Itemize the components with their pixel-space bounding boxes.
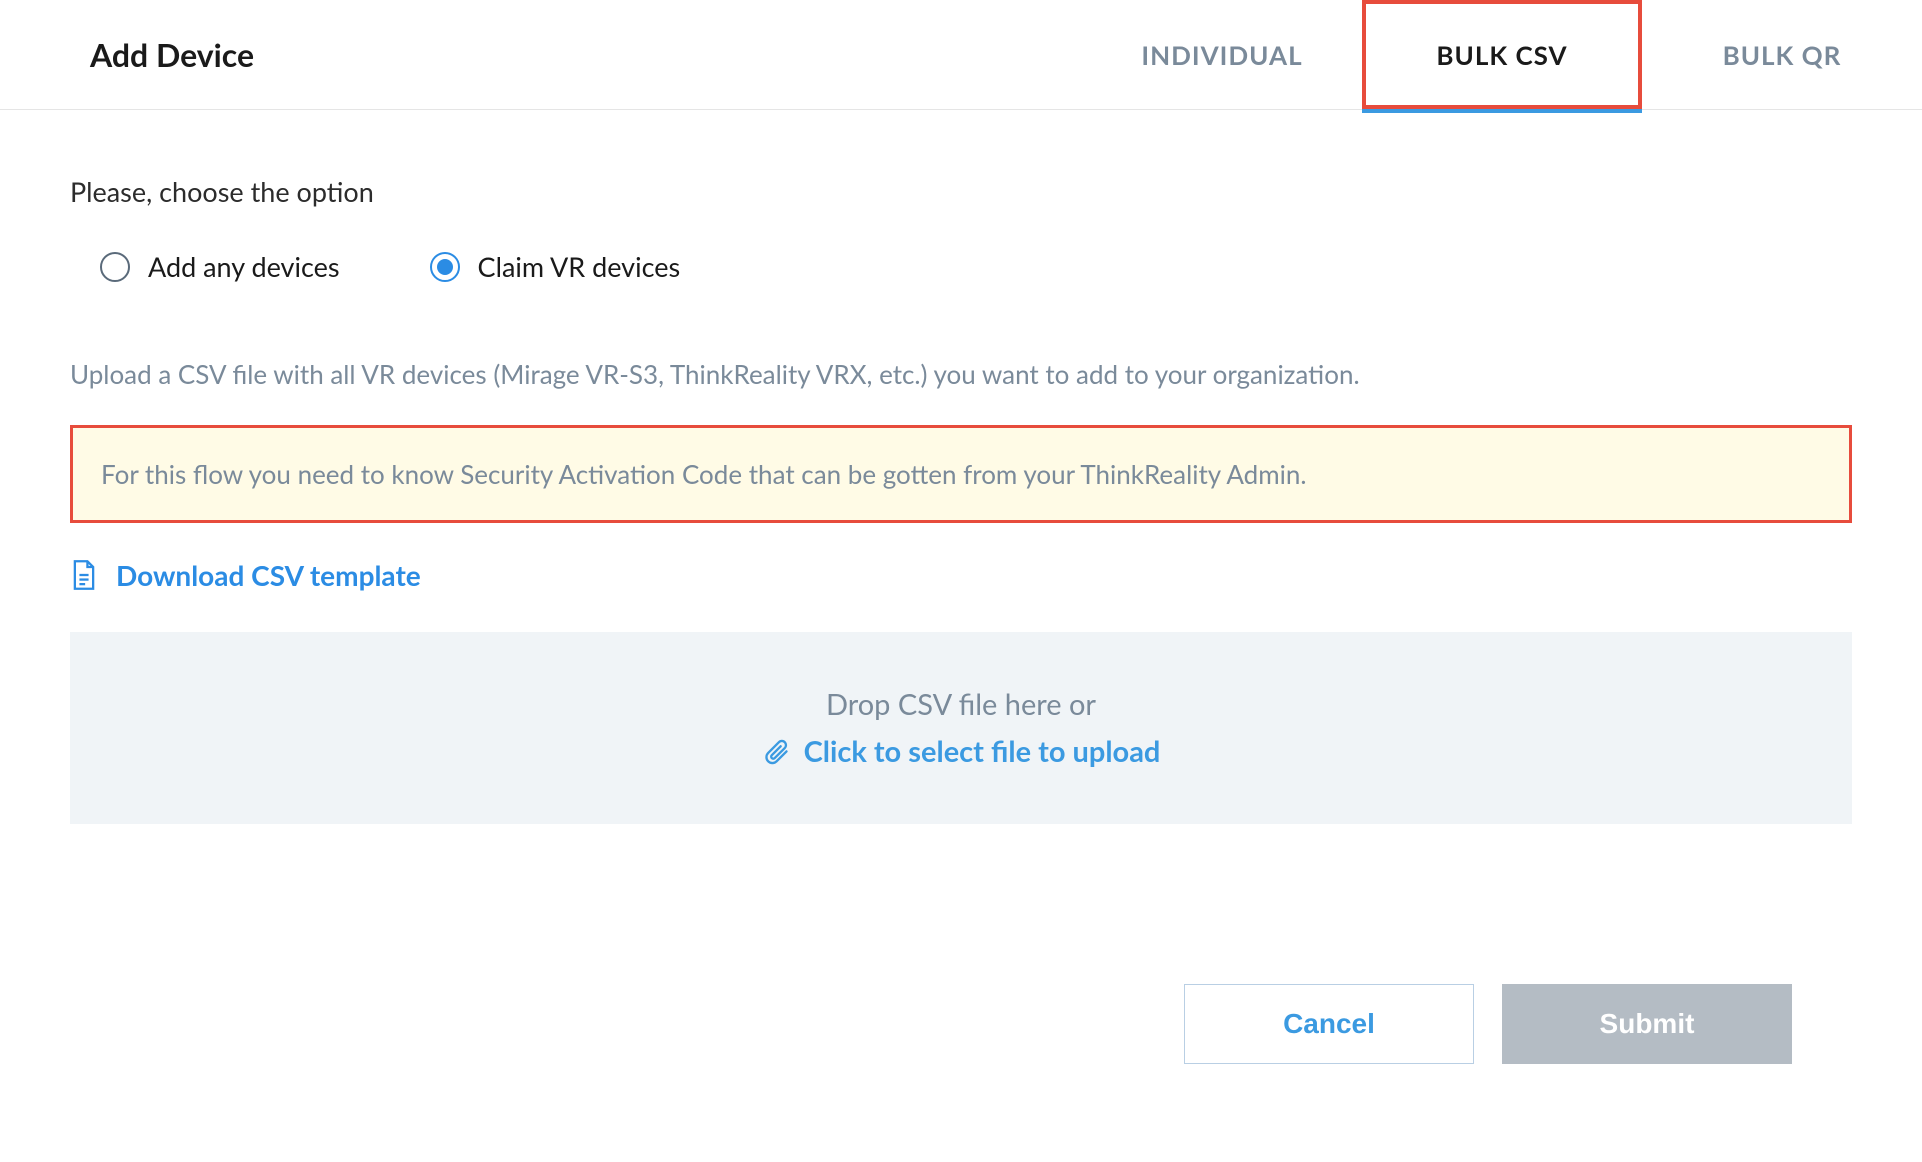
info-banner: For this flow you need to know Security …	[70, 425, 1852, 523]
radio-group: Add any devices Claim VR devices	[70, 250, 1852, 283]
radio-icon	[430, 252, 460, 282]
radio-claim-vr-devices[interactable]: Claim VR devices	[430, 250, 681, 283]
upload-description: Upload a CSV file with all VR devices (M…	[70, 358, 1852, 390]
radio-label: Add any devices	[148, 250, 340, 283]
paperclip-icon	[762, 738, 790, 766]
dropzone-text: Drop CSV file here or	[90, 687, 1832, 722]
info-banner-text: For this flow you need to know Security …	[101, 458, 1821, 490]
dropzone-select-link[interactable]: Click to select file to upload	[90, 734, 1832, 769]
radio-dot-icon	[437, 259, 453, 275]
page-title: Add Device	[90, 35, 254, 74]
header: Add Device INDIVIDUAL BULK CSV BULK QR	[0, 0, 1922, 110]
option-prompt: Please, choose the option	[70, 175, 1852, 208]
tab-bulk-qr[interactable]: BULK QR	[1642, 0, 1922, 109]
tabs: INDIVIDUAL BULK CSV BULK QR	[1082, 0, 1922, 109]
tab-bulk-csv[interactable]: BULK CSV	[1362, 0, 1642, 109]
footer-buttons: Cancel Submit	[70, 984, 1852, 1064]
download-link-text: Download CSV template	[116, 558, 421, 592]
submit-button[interactable]: Submit	[1502, 984, 1792, 1064]
dropzone-link-text: Click to select file to upload	[804, 734, 1161, 769]
cancel-button[interactable]: Cancel	[1184, 984, 1474, 1064]
file-dropzone[interactable]: Drop CSV file here or Click to select fi…	[70, 632, 1852, 824]
radio-icon	[100, 252, 130, 282]
document-icon	[70, 559, 98, 591]
content: Please, choose the option Add any device…	[0, 110, 1922, 1104]
tab-individual[interactable]: INDIVIDUAL	[1082, 0, 1362, 109]
radio-add-any-devices[interactable]: Add any devices	[100, 250, 340, 283]
radio-label: Claim VR devices	[478, 250, 681, 283]
download-csv-template-link[interactable]: Download CSV template	[70, 558, 1852, 592]
